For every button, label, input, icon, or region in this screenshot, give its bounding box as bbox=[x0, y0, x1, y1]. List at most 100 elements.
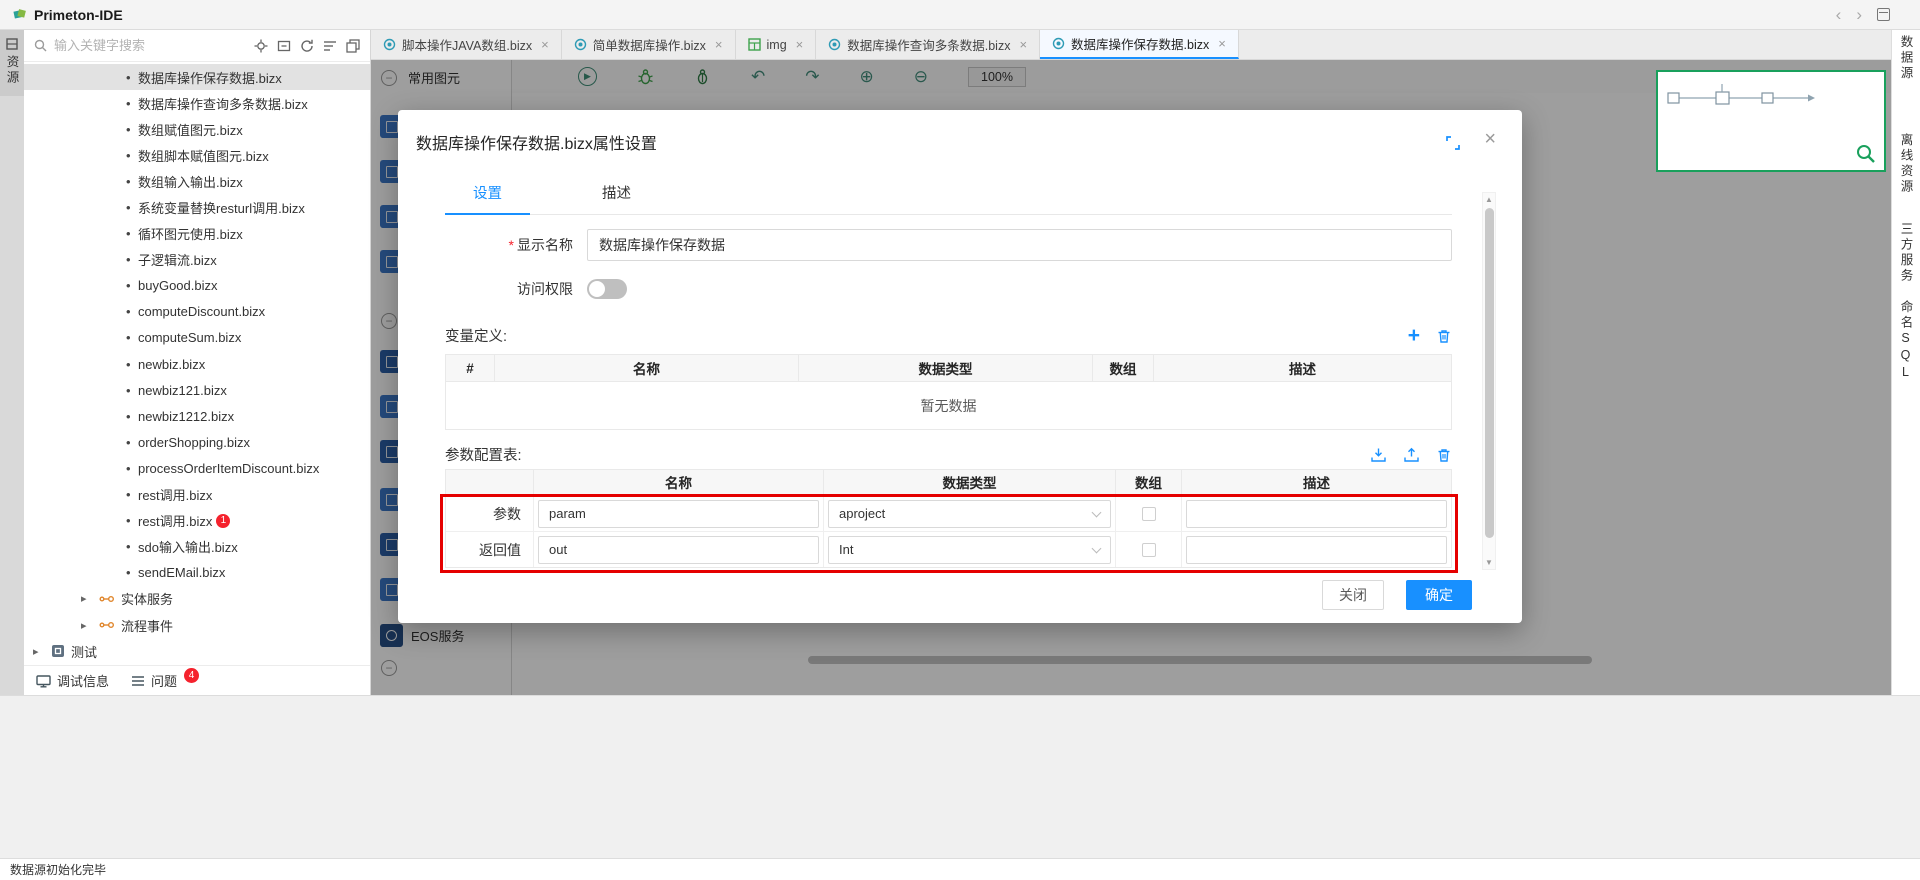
app-title: Primeton-IDE bbox=[34, 7, 123, 23]
tab-description[interactable]: 描述 bbox=[574, 172, 659, 214]
close-tab-icon[interactable]: × bbox=[715, 37, 723, 52]
scroll-down-icon[interactable]: ▼ bbox=[1483, 556, 1495, 569]
bullet-icon: • bbox=[126, 409, 138, 424]
editor-tab[interactable]: 数据库操作查询多条数据.bizx× bbox=[816, 30, 1040, 59]
display-name-row: *显示名称 bbox=[445, 229, 1452, 261]
param-desc-input[interactable] bbox=[1186, 500, 1447, 528]
export-table-icon[interactable] bbox=[1403, 447, 1420, 463]
scrollbar-thumb[interactable] bbox=[1485, 208, 1494, 538]
collapsed-bottom-panel bbox=[0, 695, 1920, 858]
refresh-icon[interactable] bbox=[300, 39, 314, 53]
tree-item[interactable]: •数组输入输出.bizx bbox=[24, 168, 370, 194]
tree-item[interactable]: •rest调用.bizx bbox=[24, 482, 370, 508]
nav-back-icon[interactable]: ‹ bbox=[1836, 6, 1842, 23]
param-name-input[interactable] bbox=[538, 500, 819, 528]
column-header: 数组 bbox=[1093, 355, 1154, 382]
close-tab-icon[interactable]: × bbox=[541, 37, 549, 52]
tree-folder-test[interactable]: ▸ 测试 bbox=[24, 638, 370, 664]
bullet-icon: • bbox=[126, 148, 138, 163]
rail-tab-named-sql[interactable]: 命名SQL bbox=[1892, 300, 1920, 382]
rail-tab-datasource[interactable]: 数据源 bbox=[1892, 35, 1920, 82]
tree-item[interactable]: •数据库操作保存数据.bizx bbox=[24, 64, 370, 90]
add-variable-icon[interactable]: + bbox=[1408, 325, 1420, 346]
layout-toggle-icon[interactable] bbox=[1877, 8, 1890, 21]
close-tab-icon[interactable]: × bbox=[1218, 36, 1226, 51]
tree-item[interactable]: •buyGood.bizx bbox=[24, 273, 370, 299]
rail-tab-thirdparty[interactable]: 三方服务 bbox=[1892, 222, 1920, 284]
search-input[interactable] bbox=[54, 38, 247, 53]
problems-tab[interactable]: 问题 4 bbox=[131, 666, 199, 695]
collapse-all-icon[interactable] bbox=[277, 39, 291, 53]
tree-item[interactable]: •子逻辑流.bizx bbox=[24, 247, 370, 273]
tree-item[interactable]: •循环图元使用.bizx bbox=[24, 221, 370, 247]
tree-item[interactable]: •computeDiscount.bizx bbox=[24, 299, 370, 325]
editor-tab[interactable]: 脚本操作JAVA数组.bizx× bbox=[371, 30, 562, 59]
tree-item[interactable]: •orderShopping.bizx bbox=[24, 429, 370, 455]
variables-section-header: 变量定义: + bbox=[445, 325, 1452, 346]
delete-variable-icon[interactable] bbox=[1436, 328, 1452, 344]
tree-item[interactable]: •数据库操作查询多条数据.bizx bbox=[24, 90, 370, 116]
tree-folder-entity-services[interactable]: ▸ 实体服务 bbox=[24, 586, 370, 612]
tree-item[interactable]: •newbiz.bizx bbox=[24, 351, 370, 377]
editor-tab[interactable]: img× bbox=[736, 30, 817, 59]
editor-tab[interactable]: 简单数据库操作.bizx× bbox=[562, 30, 736, 59]
tree-item[interactable]: •数组赋值图元.bizx bbox=[24, 116, 370, 142]
tree-item[interactable]: •newbiz1212.bizx bbox=[24, 403, 370, 429]
tree-item[interactable]: •sendEMail.bizx bbox=[24, 560, 370, 586]
dialog-scrollbar[interactable]: ▲ ▼ bbox=[1482, 192, 1496, 570]
tree-item[interactable]: •系统变量替换resturl调用.bizx bbox=[24, 194, 370, 220]
array-checkbox[interactable] bbox=[1142, 543, 1156, 557]
ok-button[interactable]: 确定 bbox=[1406, 580, 1472, 610]
import-icon[interactable] bbox=[1370, 447, 1387, 463]
close-icon[interactable]: × bbox=[1484, 128, 1496, 151]
param-array-cell bbox=[1116, 531, 1182, 567]
tree-item[interactable]: •数组脚本赋值图元.bizx bbox=[24, 142, 370, 168]
trash-icon bbox=[1436, 447, 1452, 463]
param-name-cell bbox=[534, 531, 824, 567]
access-toggle[interactable] bbox=[587, 279, 627, 299]
delete-param-icon[interactable] bbox=[1436, 447, 1452, 463]
close-tab-icon[interactable]: × bbox=[1019, 37, 1027, 52]
tree-item[interactable]: •computeSum.bizx bbox=[24, 325, 370, 351]
param-name-input[interactable] bbox=[538, 536, 819, 564]
tree-item[interactable]: •processOrderItemDiscount.bizx bbox=[24, 455, 370, 481]
resources-rail-tab[interactable]: 资源 bbox=[0, 30, 24, 96]
right-panel-rail: 数据源 离线资源 三方服务 命名SQL bbox=[1891, 30, 1920, 695]
bullet-icon: • bbox=[126, 461, 138, 476]
editor-tab-active[interactable]: 数据库操作保存数据.bizx× bbox=[1040, 30, 1239, 59]
rail-tab-offline-res[interactable]: 离线资源 bbox=[1892, 133, 1920, 195]
param-type-select[interactable]: Int bbox=[828, 536, 1111, 564]
param-type-cell: aproject bbox=[824, 495, 1116, 531]
resource-explorer: •数据库操作保存数据.bizx •数据库操作查询多条数据.bizx •数组赋值图… bbox=[24, 30, 371, 695]
tree-item[interactable]: •sdo输入输出.bizx bbox=[24, 534, 370, 560]
dialog-footer: 关闭 确定 bbox=[398, 580, 1522, 610]
locate-icon[interactable] bbox=[254, 39, 268, 53]
close-button[interactable]: 关闭 bbox=[1322, 580, 1384, 610]
close-tab-icon[interactable]: × bbox=[796, 37, 804, 52]
explorer-search-row bbox=[24, 30, 370, 62]
array-checkbox[interactable] bbox=[1142, 507, 1156, 521]
param-desc-input[interactable] bbox=[1186, 536, 1447, 564]
column-header: 数据类型 bbox=[824, 470, 1116, 495]
flow-minimap[interactable] bbox=[1656, 70, 1886, 172]
bullet-icon: • bbox=[126, 278, 138, 293]
column-header: 数组 bbox=[1116, 470, 1182, 495]
tree-item[interactable]: •newbiz121.bizx bbox=[24, 377, 370, 403]
left-activity-rail: 资源 bbox=[0, 30, 24, 695]
tree-folder-process-events[interactable]: ▸ 流程事件 bbox=[24, 612, 370, 638]
tab-settings[interactable]: 设置 bbox=[445, 172, 530, 215]
display-name-input[interactable] bbox=[587, 229, 1452, 261]
sort-filter-icon[interactable] bbox=[323, 39, 337, 53]
export-icon[interactable] bbox=[346, 39, 360, 53]
chevron-right-icon: ▸ bbox=[81, 592, 93, 605]
fullscreen-icon[interactable] bbox=[1446, 136, 1460, 150]
dialog-title: 数据库操作保存数据.bizx属性设置 bbox=[416, 136, 657, 153]
tree-item[interactable]: •rest调用.bizx1 bbox=[24, 508, 370, 534]
scroll-up-icon[interactable]: ▲ bbox=[1483, 193, 1495, 206]
column-header: 描述 bbox=[1154, 355, 1451, 382]
param-desc-cell bbox=[1182, 495, 1451, 531]
nav-forward-icon[interactable]: › bbox=[1856, 6, 1862, 23]
param-type-select[interactable]: aproject bbox=[828, 500, 1111, 528]
debug-info-tab[interactable]: 调试信息 bbox=[36, 666, 109, 695]
access-row: 访问权限 bbox=[445, 277, 1452, 301]
